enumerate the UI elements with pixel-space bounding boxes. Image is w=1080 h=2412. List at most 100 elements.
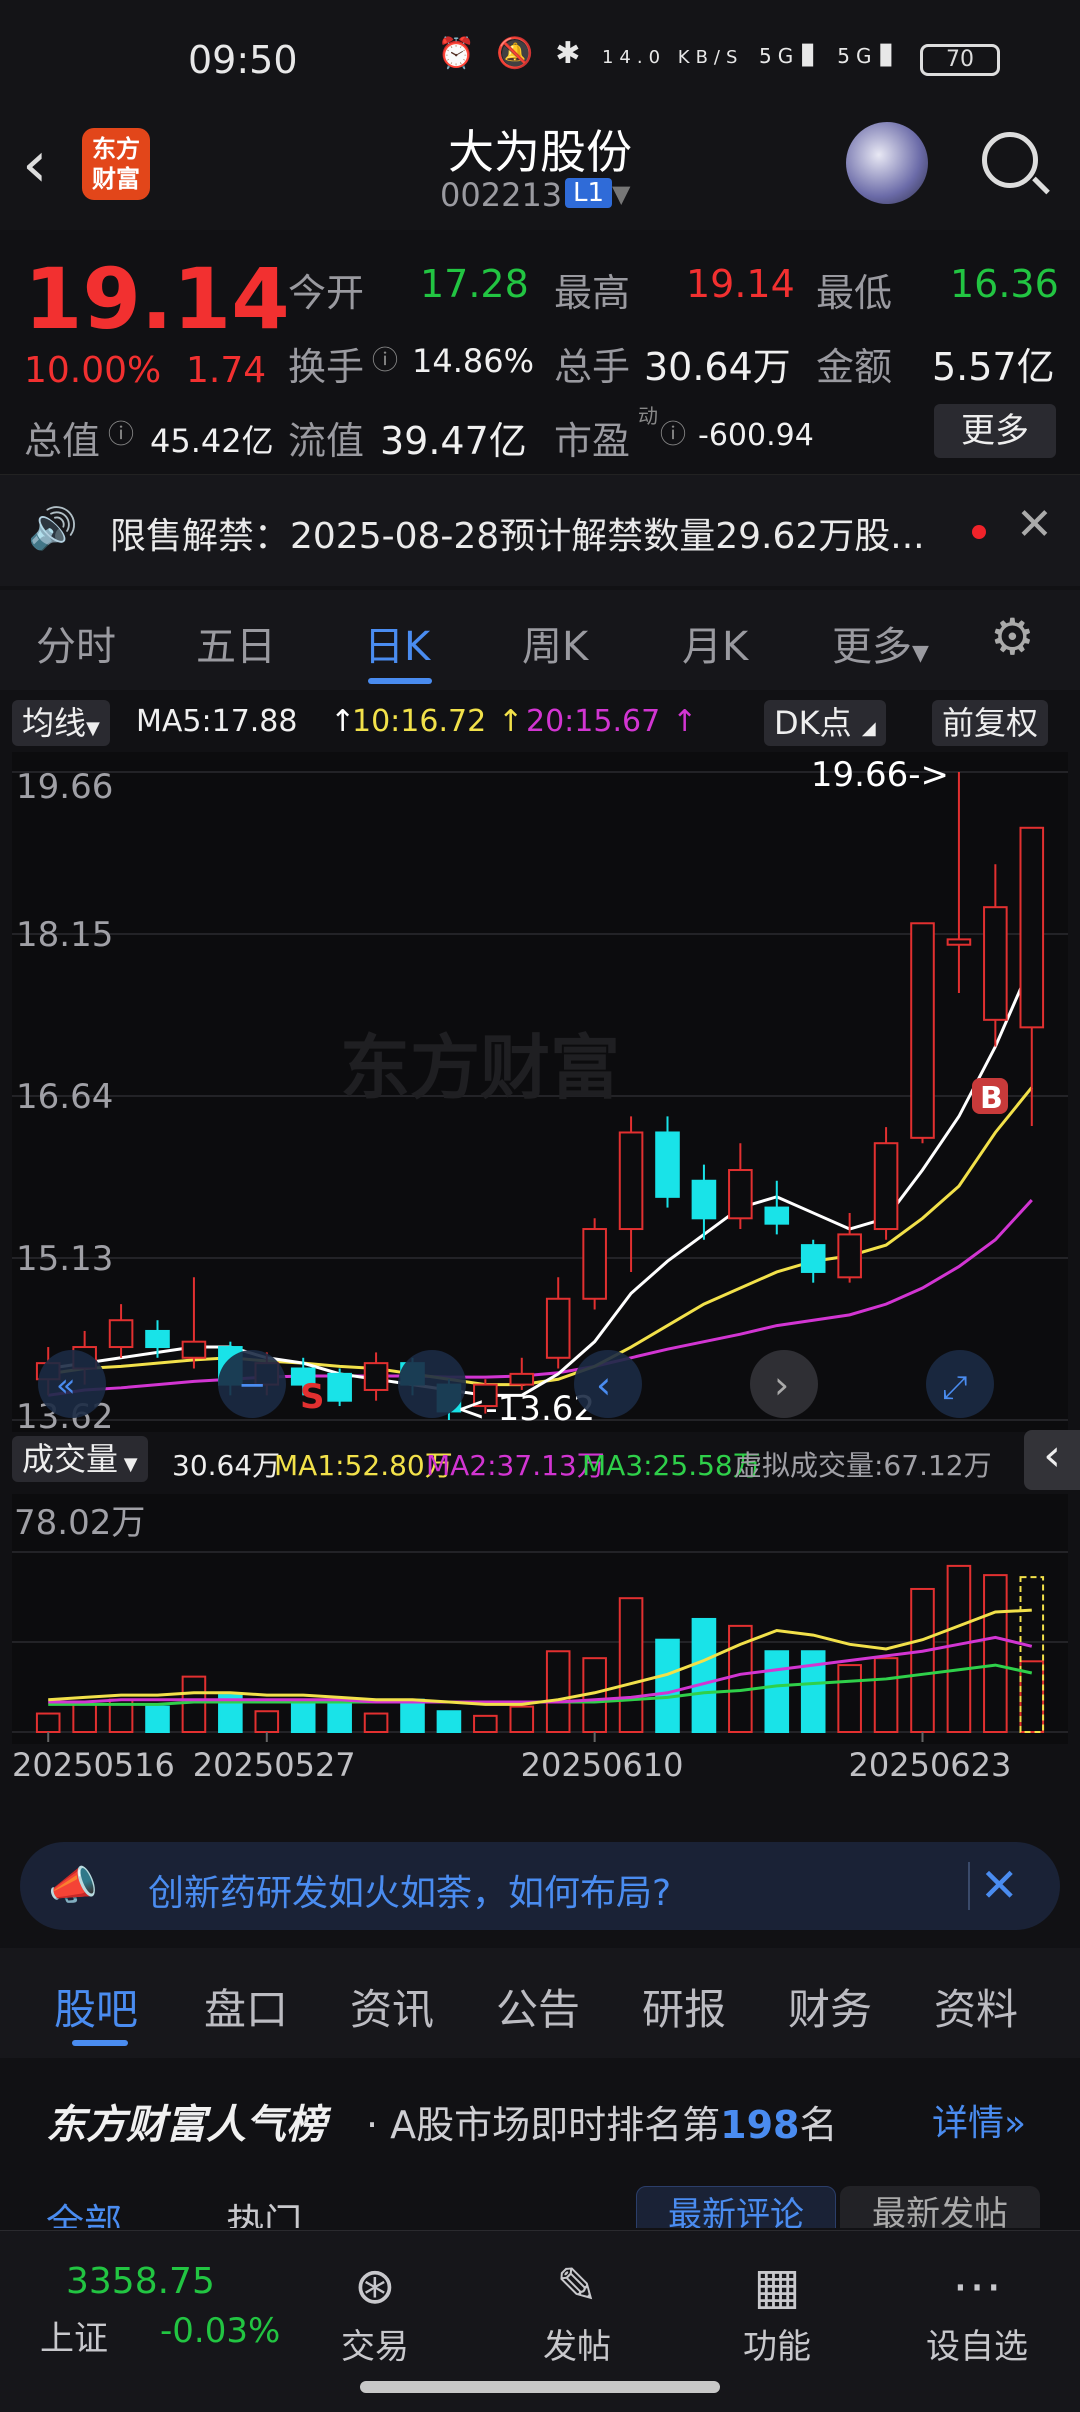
y-tick-label: 15.13 [16,1239,113,1279]
pe-label: 市盈 [554,419,631,463]
filter-latest-post[interactable]: 最新发帖 [840,2186,1040,2228]
candle-body [873,1142,899,1231]
nav-post[interactable]: ✎ 发帖 [512,2257,642,2368]
volume-bar [873,1657,899,1734]
info-icon[interactable]: ⓘ [660,414,686,451]
index-value[interactable]: 3358.75 [66,2261,215,2302]
collapse-icon[interactable]: ‹ [1024,1430,1080,1490]
status-icons: ⏰ 🔕 ✱ 14.0 KB/S 5G▮ 5G▮ [437,36,900,71]
rank-detail-link[interactable]: 详情» [932,2094,1026,2146]
index-change[interactable]: -0.03% [160,2311,280,2351]
info-icon[interactable]: ⓘ [372,340,398,377]
rank-brand: 东方财富人气榜 [46,2102,326,2148]
volume-bar [436,1710,462,1733]
search-icon[interactable] [982,132,1038,188]
x-tick-label: 20250516 [12,1746,175,1784]
open-label: 今开 [288,271,365,315]
volume-bar [254,1710,280,1733]
volume-bar [72,1703,97,1734]
volume-bar [837,1664,862,1733]
change-pct: 10.00% [24,350,162,391]
candle-body [145,1329,170,1349]
tab-five-day[interactable]: 五日 [196,614,276,672]
tab-pankou[interactable]: 盘口 [204,1976,288,2037]
level-badge[interactable]: L1 [565,178,613,208]
active-tab-indicator [368,678,432,684]
amount-value: 5.57亿 [932,345,1055,389]
filter-hot[interactable]: 热门 [226,2192,302,2228]
rank-desc: · A股市场即时排名第198名 [366,2103,838,2147]
y-tick-label: 19.66 [16,767,113,807]
tab-news[interactable]: 资讯 [350,1976,434,2037]
candle-body [728,1169,753,1220]
grid-icon: ▦ [753,2257,801,2315]
candle-body [910,922,935,1139]
volume-bar [35,1712,61,1734]
volume-bar [946,1564,972,1733]
candle-body [363,1362,389,1391]
nav-trade[interactable]: ⊛ 交易 [310,2257,440,2368]
close-icon[interactable]: ✕ [980,1858,1019,1912]
speaker-icon: 🔊 [28,506,78,552]
volume-bar [910,1587,935,1734]
watermark: 东方财富 [340,1027,620,1109]
nav-watchlist[interactable]: ⋯ 设自选 [912,2257,1042,2368]
adjust-button[interactable]: 前复权 [932,700,1049,746]
kline-chart[interactable]: 东方财富 19.6618.1516.6415.1313.62 19.66-> <… [0,752,1080,1842]
tab-weekly-k[interactable]: 周K [522,614,588,672]
promo-banner[interactable]: 📣 创新药研发如火如荼，如何布局? ✕ [20,1842,1060,1930]
high-label: 最高 [554,271,631,315]
notice-text[interactable]: 限售解禁：2025-08-28预计解禁数量29.62万股... [110,507,925,559]
ma-legend-bar: 均线▼ MA5:17.88 ↑ 10:16.72 ↑ 20:15.67 ↑ DK… [0,692,1080,752]
mktcap-label: 总值 [24,419,101,463]
tab-intraday[interactable]: 分时 [36,614,116,672]
chevron-left-icon: ‹ [596,1363,611,1407]
close-icon[interactable]: ✕ [1016,499,1053,550]
divider [968,1862,970,1910]
nav-function[interactable]: ▦ 功能 [712,2257,842,2368]
candle-body [509,1372,535,1386]
turnover-label: 换手 [288,345,365,389]
chevron-down-icon[interactable]: ▼ [612,180,630,208]
gear-icon[interactable]: ⚙ [990,608,1035,666]
volume-bar [618,1597,644,1734]
candle-body [108,1319,134,1349]
candle-body [582,1228,607,1300]
more-button[interactable]: 更多 [934,404,1056,458]
popularity-rank[interactable]: 东方财富人气榜 · A股市场即时排名第198名 详情» [0,2060,1080,2170]
ma-selector[interactable]: 均线▼ [12,700,110,746]
double-chevron-icon: » [1004,2103,1027,2144]
volume-selector[interactable]: 成交量 ▼ [12,1436,148,1482]
assistant-avatar[interactable] [846,122,928,204]
tab-announcements[interactable]: 公告 [496,1976,580,2037]
tab-more[interactable]: 更多▼ [832,614,929,672]
open-value: 17.28 [420,262,529,306]
stock-code: 002213 [440,176,563,214]
x-tick-label: 20250623 [849,1746,1012,1784]
dk-button[interactable]: DK点 ◢ [764,700,886,746]
tab-finance[interactable]: 财务 [788,1976,872,2037]
net-speed: 14.0 KB/S [601,47,744,68]
tab-daily-k[interactable]: 日K [364,614,430,672]
tab-monthly-k[interactable]: 月K [682,614,748,672]
megaphone-icon: 📣 [48,1863,98,1909]
zoom-in-button[interactable] [398,1350,466,1418]
tab-guba[interactable]: 股吧 [54,1976,138,2037]
index-name[interactable]: 上证 [40,2311,108,2360]
volume-bar [509,1705,535,1733]
ma10-value: 10:16.72 [352,704,487,739]
tab-research[interactable]: 研报 [642,1976,726,2037]
volume-value: 30.64万 [644,345,791,389]
ma20-value: 20:15.67 [526,704,661,739]
float-value: 39.47亿 [380,419,527,463]
tab-profile[interactable]: 资料 [934,1976,1018,2037]
promo-text[interactable]: 创新药研发如火如荼，如何布局? [148,1864,671,1916]
filter-all[interactable]: 全部 [46,2192,122,2228]
filter-latest-comment[interactable]: 最新评论 [636,2186,836,2228]
notice-bar[interactable]: 🔊 限售解禁：2025-08-28预计解禁数量29.62万股... ✕ [0,474,1080,586]
caret-down-icon: ▼ [912,641,929,666]
virtual-volume: 虚拟成交量:67.12万 [734,1449,992,1482]
y-tick-label: 18.15 [16,915,113,955]
info-icon[interactable]: ⓘ [108,414,134,451]
float-label: 流值 [288,419,365,463]
